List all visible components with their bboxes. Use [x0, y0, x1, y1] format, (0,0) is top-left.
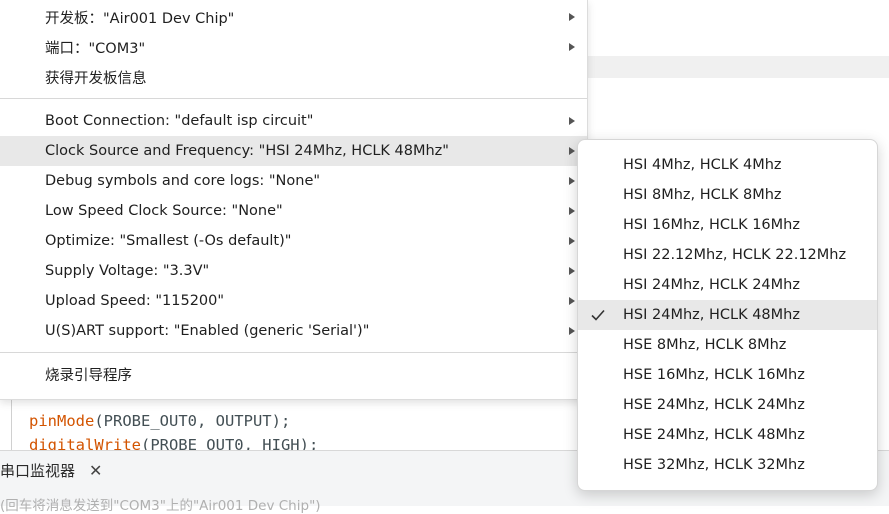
- submenu-item[interactable]: HSE 24Mhz, HCLK 24Mhz: [578, 390, 877, 420]
- submenu-item-label: HSE 24Mhz, HCLK 48Mhz: [623, 427, 805, 443]
- submenu-item[interactable]: HSI 24Mhz, HCLK 24Mhz: [578, 270, 877, 300]
- menu-item-label: 烧录引导程序: [45, 367, 132, 384]
- close-icon[interactable]: ✕: [89, 461, 102, 480]
- clock-source-submenu: HSI 4Mhz, HCLK 4Mhz HSI 8Mhz, HCLK 8Mhz …: [577, 139, 878, 491]
- submenu-item-label: HSE 24Mhz, HCLK 24Mhz: [623, 397, 805, 413]
- menu-item-label: Low Speed Clock Source: "None": [45, 203, 283, 219]
- submenu-item-label: HSI 4Mhz, HCLK 4Mhz: [623, 157, 782, 173]
- menu-item-label: Supply Voltage: "3.3V": [45, 263, 210, 279]
- menu-item-label: 端口："COM3": [45, 40, 146, 57]
- menu-item-port[interactable]: 端口："COM3": [0, 32, 587, 62]
- menu-item-board[interactable]: 开发板："Air001 Dev Chip": [0, 2, 587, 32]
- chevron-right-icon: [569, 117, 575, 125]
- chevron-right-icon: [569, 297, 575, 305]
- submenu-item-label: HSE 16Mhz, HCLK 16Mhz: [623, 367, 805, 383]
- chevron-right-icon: [569, 267, 575, 275]
- submenu-item[interactable]: HSI 22.12Mhz, HCLK 22.12Mhz: [578, 240, 877, 270]
- menu-item-label: 获得开发板信息: [45, 70, 147, 87]
- menu-item-low-speed-clock[interactable]: Low Speed Clock Source: "None": [0, 196, 587, 226]
- menu-item-label: Clock Source and Frequency: "HSI 24Mhz, …: [45, 143, 449, 159]
- submenu-item[interactable]: HSI 8Mhz, HCLK 8Mhz: [578, 180, 877, 210]
- tools-menu: 开发板："Air001 Dev Chip" 端口："COM3" 获得开发板信息 …: [0, 0, 588, 400]
- menu-item-usart-support[interactable]: U(S)ART support: "Enabled (generic 'Seri…: [0, 316, 587, 346]
- menu-item-debug-symbols[interactable]: Debug symbols and core logs: "None": [0, 166, 587, 196]
- editor-gutter-rule: [11, 400, 12, 452]
- menu-item-boot-connection[interactable]: Boot Connection: "default isp circuit": [0, 106, 587, 136]
- code-args: (PROBE_OUT0, OUTPUT);: [94, 412, 291, 430]
- menu-separator: [0, 98, 587, 99]
- menu-item-clock-source[interactable]: Clock Source and Frequency: "HSI 24Mhz, …: [0, 136, 587, 166]
- serial-monitor-tab[interactable]: 串口监视器 ✕: [0, 458, 102, 482]
- chevron-right-icon: [569, 237, 575, 245]
- menu-item-label: Optimize: "Smallest (-Os default)": [45, 233, 292, 249]
- submenu-item-label: HSI 16Mhz, HCLK 16Mhz: [623, 217, 800, 233]
- menu-item-label: U(S)ART support: "Enabled (generic 'Seri…: [45, 323, 370, 339]
- menu-item-label: Boot Connection: "default isp circuit": [45, 113, 314, 129]
- chevron-right-icon: [569, 327, 575, 335]
- menu-item-upload-speed[interactable]: Upload Speed: "115200": [0, 286, 587, 316]
- menu-item-label: 开发板："Air001 Dev Chip": [45, 10, 235, 27]
- chevron-right-icon: [569, 43, 575, 51]
- serial-monitor-label: 串口监视器: [0, 461, 76, 480]
- submenu-item[interactable]: HSE 16Mhz, HCLK 16Mhz: [578, 360, 877, 390]
- submenu-item-label: HSI 24Mhz, HCLK 24Mhz: [623, 277, 800, 293]
- chevron-right-icon: [569, 207, 575, 215]
- submenu-item-label: HSI 8Mhz, HCLK 8Mhz: [623, 187, 782, 203]
- submenu-item-label: HSI 22.12Mhz, HCLK 22.12Mhz: [623, 247, 847, 263]
- submenu-item[interactable]: HSI 4Mhz, HCLK 4Mhz: [578, 150, 877, 180]
- current-line-highlight: [580, 56, 889, 78]
- submenu-item-label: HSE 8Mhz, HCLK 8Mhz: [623, 337, 787, 353]
- submenu-item[interactable]: HSE 8Mhz, HCLK 8Mhz: [578, 330, 877, 360]
- menu-item-label: Debug symbols and core logs: "None": [45, 173, 321, 189]
- submenu-item-label: HSI 24Mhz, HCLK 48Mhz: [623, 307, 800, 323]
- menu-item-label: Upload Speed: "115200": [45, 293, 225, 309]
- checkmark-icon: [591, 309, 605, 321]
- submenu-item-selected[interactable]: HSI 24Mhz, HCLK 48Mhz: [578, 300, 877, 330]
- chevron-right-icon: [569, 177, 575, 185]
- submenu-item[interactable]: HSE 24Mhz, HCLK 48Mhz: [578, 420, 877, 450]
- code-function: pinMode: [29, 412, 95, 430]
- submenu-item[interactable]: HSE 32Mhz, HCLK 32Mhz: [578, 450, 877, 480]
- menu-item-board-info[interactable]: 获得开发板信息: [0, 62, 587, 92]
- submenu-item-label: HSE 32Mhz, HCLK 32Mhz: [623, 457, 805, 473]
- menu-item-optimize[interactable]: Optimize: "Smallest (-Os default)": [0, 226, 587, 256]
- code-line[interactable]: pinMode(PROBE_OUT0, OUTPUT);: [29, 412, 290, 430]
- submenu-item[interactable]: HSI 16Mhz, HCLK 16Mhz: [578, 210, 877, 240]
- chevron-right-icon: [569, 13, 575, 21]
- serial-input-placeholder[interactable]: (回车将消息发送到"COM3"上的"Air001 Dev Chip"): [0, 494, 321, 514]
- menu-item-supply-voltage[interactable]: Supply Voltage: "3.3V": [0, 256, 587, 286]
- menu-separator: [0, 352, 587, 353]
- chevron-right-icon: [569, 147, 575, 155]
- menu-item-burn-bootloader[interactable]: 烧录引导程序: [0, 359, 587, 389]
